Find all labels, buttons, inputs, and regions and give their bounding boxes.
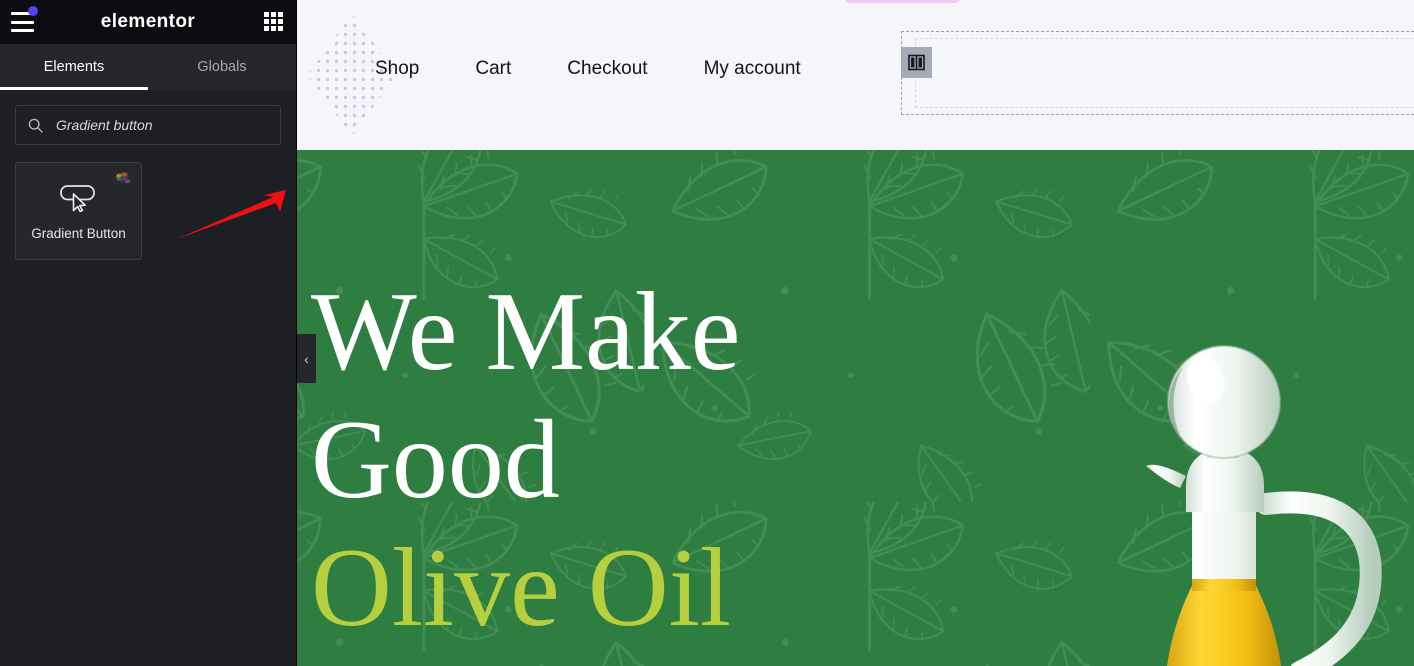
- hero-line-3: Olive Oil: [311, 526, 731, 650]
- nav-item-cart[interactable]: Cart: [447, 58, 539, 80]
- grid-cell: [271, 12, 276, 17]
- hamburger-bar: [11, 29, 34, 32]
- site-nav-menu: Shop Cart Checkout My account: [375, 58, 829, 80]
- grid-cell: [271, 19, 276, 24]
- tab-elements[interactable]: Elements: [0, 44, 148, 90]
- panel-tabs: Elements Globals: [0, 44, 296, 90]
- hamburger-bar: [11, 20, 34, 24]
- tab-elements-label: Elements: [43, 59, 105, 75]
- grid-cell: [264, 12, 269, 17]
- gradient-button-widget-icon: [59, 184, 95, 212]
- chevron-left-icon: ‹: [304, 350, 309, 367]
- column-handle-button[interactable]: [901, 47, 932, 78]
- tab-globals[interactable]: Globals: [148, 44, 296, 90]
- search-icon: [28, 118, 43, 133]
- widget-label: Gradient Button: [31, 225, 126, 241]
- hamburger-menu-icon[interactable]: [11, 6, 38, 32]
- editor-canvas: Shop Cart Checkout My account We Make Go…: [297, 0, 1414, 666]
- hero-line-2: Good: [311, 398, 560, 522]
- color-palette-icon: [115, 172, 131, 184]
- olive-oil-cruet-image: [1146, 345, 1382, 666]
- widget-search-box[interactable]: [15, 105, 281, 145]
- site-header-section: Shop Cart Checkout My account: [297, 0, 1414, 150]
- elementor-editor: elementor Elements Globals Gradient butt…: [0, 0, 1414, 666]
- grid-cell: [264, 26, 269, 31]
- tab-globals-label: Globals: [197, 59, 247, 75]
- hero-line-1: We Make: [311, 270, 741, 394]
- nav-item-my-account[interactable]: My account: [676, 58, 829, 80]
- panel-collapse-button[interactable]: ‹: [297, 334, 316, 383]
- panel-body: Gradient Button: [0, 90, 296, 260]
- editor-side-panel: elementor Elements Globals Gradient butt…: [0, 0, 297, 666]
- grid-cell: [278, 19, 283, 24]
- two-column-layout-icon: [908, 54, 925, 71]
- widget-card-gradient-button[interactable]: Gradient Button: [15, 162, 142, 260]
- grid-cell: [271, 26, 276, 31]
- nav-item-shop[interactable]: Shop: [375, 58, 447, 80]
- grid-cell: [278, 26, 283, 31]
- hero-heading: We Make Good Olive Oil: [311, 268, 740, 652]
- panel-header: elementor: [0, 0, 296, 44]
- grid-cell: [264, 19, 269, 24]
- nav-item-checkout[interactable]: Checkout: [539, 58, 675, 80]
- column-dashed-outline: [915, 38, 1414, 108]
- elementor-logo-text: elementor: [100, 11, 196, 32]
- apps-grid-icon[interactable]: [264, 12, 284, 32]
- grid-cell: [278, 12, 283, 17]
- search-input[interactable]: [56, 117, 268, 133]
- widget-list: Gradient Button: [15, 162, 281, 260]
- pink-bar-decoration: [845, 0, 960, 3]
- hero-section: We Make Good Olive Oil: [297, 150, 1414, 666]
- notification-dot: [28, 6, 38, 16]
